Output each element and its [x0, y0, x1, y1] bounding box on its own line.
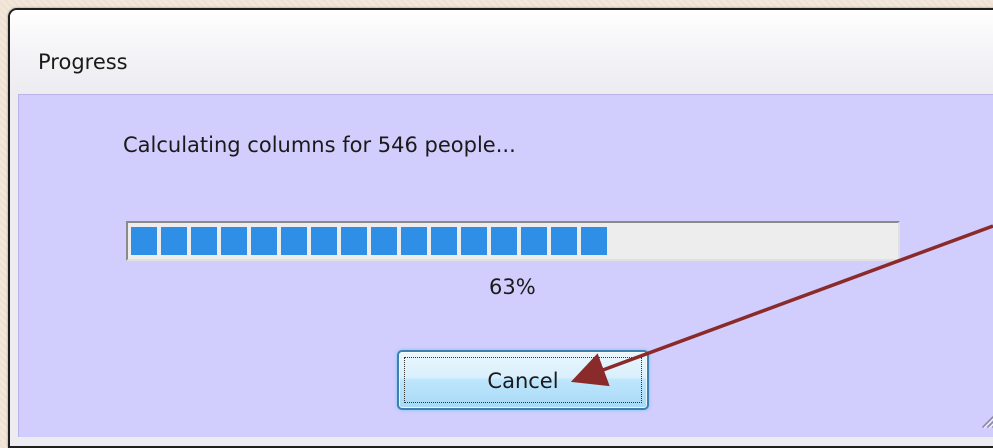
status-text: Calculating columns for 546 people... — [123, 133, 516, 157]
progress-bar-fill — [131, 227, 607, 255]
dialog-title: Progress — [38, 50, 128, 74]
cancel-button[interactable]: Cancel — [397, 350, 649, 410]
size-grip-icon[interactable] — [977, 409, 993, 429]
cancel-button-label: Cancel — [487, 369, 559, 393]
progress-dialog: Progress Calculating columns for 546 peo… — [8, 8, 993, 448]
dialog-client-area: Calculating columns for 546 people... 63… — [18, 94, 993, 437]
title-bar[interactable]: Progress — [10, 10, 993, 94]
progress-bar — [126, 221, 900, 261]
progress-percent-label: 63% — [489, 275, 536, 299]
